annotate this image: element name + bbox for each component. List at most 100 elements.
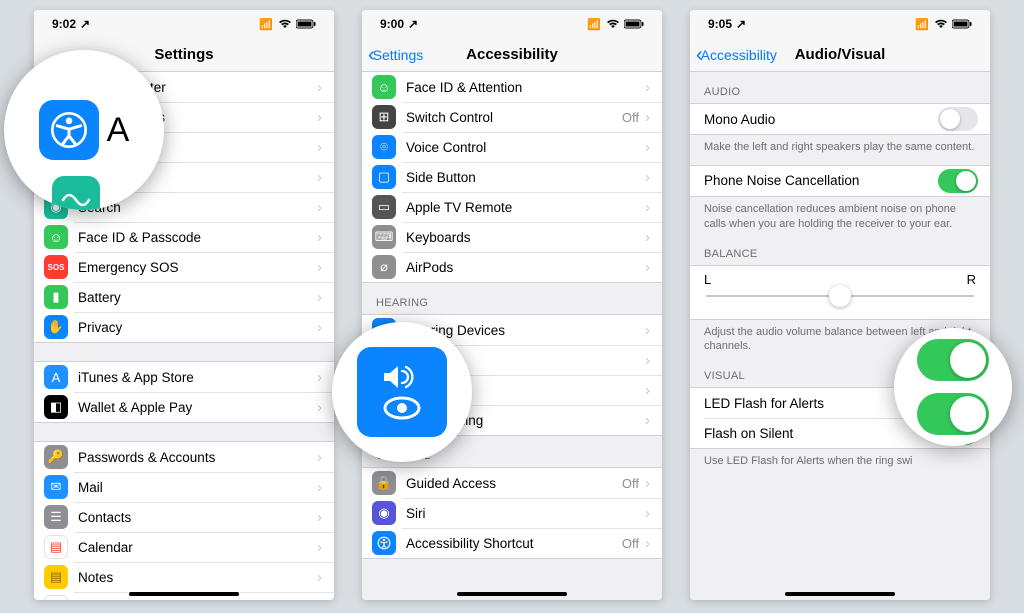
back-label: Settings [373,47,424,63]
row-acc-shortcut[interactable]: Accessibility Shortcut Off › [362,528,662,558]
siri-icon: ◉ [372,501,396,525]
status-time: 9:00 [380,17,404,31]
chevron-icon: › [317,509,322,526]
chevron-icon: › [317,139,322,156]
balance-header: BALANCE [690,242,990,265]
row-side-button[interactable]: ▢ Side Button › [362,162,662,192]
chevron-icon: › [317,289,322,306]
chevron-icon: › [317,229,322,246]
row-privacy[interactable]: ✋ Privacy › [34,312,334,342]
row-label: Keyboards [406,230,645,245]
chevron-icon: › [317,109,322,126]
row-airpods[interactable]: ⌀ AirPods › [362,252,662,282]
chevron-icon: › [317,479,322,496]
row-switch-control[interactable]: ⊞ Switch Control Off › [362,102,662,132]
notes-icon: ▤ [44,565,68,589]
battery-icon [296,19,316,29]
zoom-letter: A [107,111,130,150]
mono-audio-toggle[interactable] [938,107,978,131]
balance-slider[interactable] [706,295,974,297]
chevron-icon: › [645,322,650,339]
sidebutton-icon: ▢ [372,165,396,189]
row-label: Phone Noise Cancellation [704,173,938,188]
row-label: Apple TV Remote [406,200,645,215]
row-calendar[interactable]: ▤ Calendar › [34,532,334,562]
status-bar: 9:00↗ 📶 [362,10,662,38]
faceid-icon: ☺ [44,225,68,249]
mono-footer: Make the left and right speakers play th… [690,135,990,165]
contacts-icon: ☰ [44,505,68,529]
chevron-icon: › [317,169,322,186]
page-title: Settings [154,46,213,63]
row-passwords[interactable]: 🔑 Passwords & Accounts › [34,442,334,472]
row-noise-cancel[interactable]: Phone Noise Cancellation [690,166,990,196]
row-battery[interactable]: ▮ Battery › [34,282,334,312]
back-button[interactable]: ‹Settings [368,45,423,65]
noise-cancel-toggle[interactable] [938,169,978,193]
chevron-icon: › [645,505,650,522]
chevron-icon: › [645,229,650,246]
row-appletv[interactable]: ▭ Apple TV Remote › [362,192,662,222]
signal-icon: 📶 [587,18,602,31]
zoom-accessibility-icon: A [4,50,164,210]
mail-icon: ✉ [44,475,68,499]
page-title: Audio/Visual [795,46,886,63]
status-bar: 9:02 ↗ 📶 [34,10,334,38]
back-button[interactable]: ‹Accessibility [696,45,777,65]
chevron-icon: › [317,399,322,416]
nav-bar: ‹Accessibility Audio/Visual [690,38,990,72]
reminders-icon: ⋮ [44,595,68,600]
chevron-icon: › [645,259,650,276]
home-indicator[interactable] [457,592,567,596]
voice-icon: ⌾ [372,135,396,159]
flash-footer: Use LED Flash for Alerts when the ring s… [690,449,990,479]
row-mono-audio[interactable]: Mono Audio [690,104,990,134]
row-label: AirPods [406,260,645,275]
row-detail: Off [622,110,639,125]
airpods-icon: ⌀ [372,255,396,279]
row-guided-access[interactable]: 🔒 Guided Access Off › [362,468,662,498]
row-siri-acc[interactable]: ◉ Siri › [362,498,662,528]
row-mail[interactable]: ✉ Mail › [34,472,334,502]
row-sos[interactable]: SOS Emergency SOS › [34,252,334,282]
led-flash-toggle-large [917,339,989,381]
chevron-icon: › [317,199,322,216]
chevron-icon: › [317,369,322,386]
wifi-icon [278,19,292,29]
row-label: Contacts [78,510,317,525]
battery-icon [624,19,644,29]
row-keyboards[interactable]: ⌨ Keyboards › [362,222,662,252]
location-icon: ↗ [80,17,90,31]
row-label: Face ID & Passcode [78,230,317,245]
zoom-audiovisual-icon [332,322,472,462]
chevron-icon: › [317,79,322,96]
row-notes[interactable]: ▤ Notes › [34,562,334,592]
accessibility-icon [372,531,396,555]
chevron-icon: › [645,535,650,552]
accessibility-icon-large [39,100,99,160]
row-voice-control[interactable]: ⌾ Voice Control › [362,132,662,162]
status-bar: 9:05↗ 📶 [690,10,990,38]
slider-thumb[interactable] [829,285,851,307]
home-indicator[interactable] [129,592,239,596]
status-time: 9:02 [52,17,76,31]
home-indicator[interactable] [785,592,895,596]
chevron-icon: › [317,599,322,601]
chevron-icon: › [645,352,650,369]
sos-icon: SOS [44,255,68,279]
appstore-icon: A [44,365,68,389]
row-wallet[interactable]: ◧ Wallet & Apple Pay › [34,392,334,422]
row-detail: Off [622,476,639,491]
wallet-icon: ◧ [44,395,68,419]
chevron-icon: › [645,109,650,126]
lock-icon: 🔒 [372,471,396,495]
row-faceid-attention[interactable]: ☺ Face ID & Attention › [362,72,662,102]
status-time: 9:05 [708,17,732,31]
row-appstore[interactable]: A iTunes & App Store › [34,362,334,392]
row-contacts[interactable]: ☰ Contacts › [34,502,334,532]
chevron-icon: › [645,79,650,96]
key-icon: 🔑 [44,445,68,469]
row-label: Reminders [78,600,317,601]
signal-icon: 📶 [259,18,274,31]
row-faceid[interactable]: ☺ Face ID & Passcode › [34,222,334,252]
